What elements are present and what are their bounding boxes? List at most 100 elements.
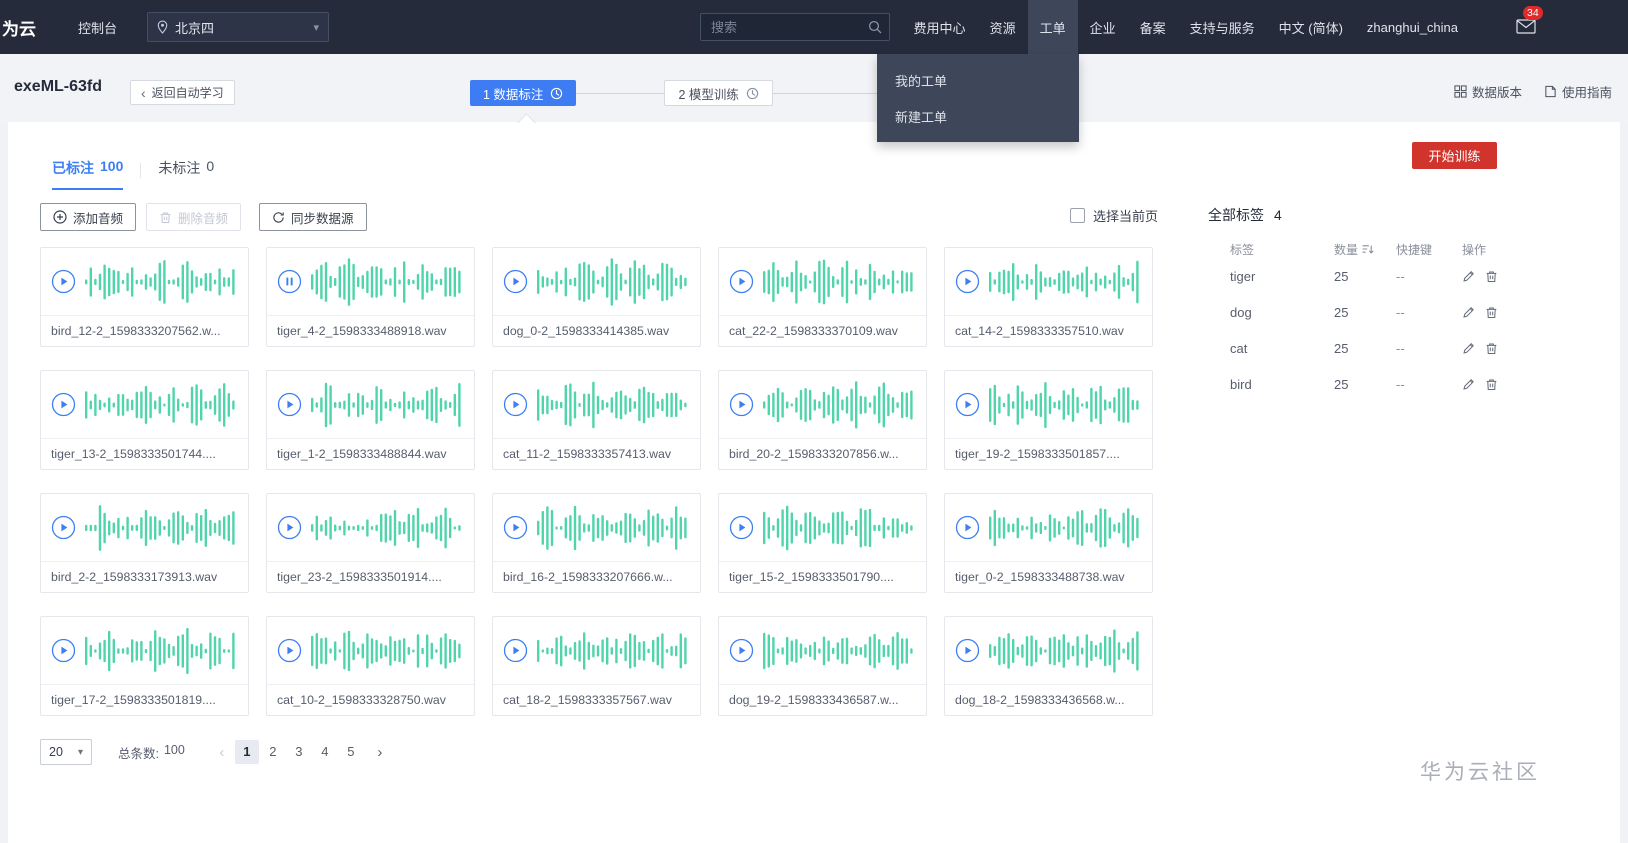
nav-item-tickets[interactable]: 工单 bbox=[1027, 0, 1078, 54]
page-size-select[interactable]: 20 ▾ bbox=[40, 739, 92, 765]
audio-card[interactable]: tiger_17-2_1598333501819.... bbox=[40, 616, 249, 716]
region-selector[interactable]: 北京四 ▾ bbox=[147, 12, 330, 42]
page-1[interactable]: 1 bbox=[234, 740, 259, 764]
nav-item-support[interactable]: 支持与服务 bbox=[1178, 0, 1267, 54]
data-version-link[interactable]: 数据版本 bbox=[1454, 82, 1522, 101]
delete-label-icon[interactable] bbox=[1485, 306, 1498, 319]
delete-audio-button[interactable]: 删除音频 bbox=[146, 203, 242, 231]
audio-card[interactable]: cat_22-2_1598333370109.wav bbox=[718, 247, 927, 347]
pause-icon bbox=[277, 269, 302, 294]
sort-icon[interactable] bbox=[1362, 244, 1374, 255]
audio-card[interactable]: tiger_13-2_1598333501744.... bbox=[40, 370, 249, 470]
start-training-button[interactable]: 开始训练 bbox=[1412, 142, 1497, 169]
audio-card[interactable]: dog_0-2_1598333414385.wav bbox=[492, 247, 701, 347]
play-button[interactable] bbox=[729, 269, 754, 294]
next-page-button[interactable]: › bbox=[369, 744, 391, 761]
edit-label-icon[interactable] bbox=[1462, 378, 1475, 391]
label-row[interactable]: tiger 25 -- bbox=[1208, 258, 1508, 294]
label-row[interactable]: bird 25 -- bbox=[1208, 366, 1508, 402]
console-link[interactable]: 控制台 bbox=[78, 18, 117, 37]
pagination: 20 ▾ 总条数: 100 ‹ 12345 › bbox=[40, 738, 391, 766]
edit-label-icon[interactable] bbox=[1462, 270, 1475, 283]
dropdown-item-new-ticket[interactable]: 新建工单 bbox=[877, 98, 1079, 134]
audio-card[interactable]: tiger_1-2_1598333488844.wav bbox=[266, 370, 475, 470]
edit-label-icon[interactable] bbox=[1462, 342, 1475, 355]
tab-labeled[interactable]: 已标注 100 bbox=[52, 158, 124, 190]
play-button[interactable] bbox=[729, 638, 754, 663]
audio-card[interactable]: cat_18-2_1598333357567.wav bbox=[492, 616, 701, 716]
audio-card[interactable]: tiger_19-2_1598333501857.... bbox=[944, 370, 1153, 470]
page-5[interactable]: 5 bbox=[339, 740, 363, 764]
tab-unlabeled[interactable]: 未标注 0 bbox=[158, 158, 214, 190]
play-button[interactable] bbox=[51, 515, 76, 540]
audio-waveform bbox=[989, 507, 1139, 548]
audio-card[interactable]: tiger_15-2_1598333501790.... bbox=[718, 493, 927, 593]
page-2[interactable]: 2 bbox=[261, 740, 285, 764]
label-shortcut: -- bbox=[1396, 340, 1405, 356]
play-button[interactable] bbox=[955, 638, 980, 663]
mail-icon bbox=[1516, 19, 1536, 34]
page-3[interactable]: 3 bbox=[287, 740, 311, 764]
label-row[interactable]: dog 25 -- bbox=[1208, 294, 1508, 330]
play-button[interactable] bbox=[277, 515, 302, 540]
select-current-page[interactable]: 选择当前页 bbox=[1070, 206, 1158, 225]
audio-preview bbox=[267, 494, 474, 562]
nav-item-account[interactable]: zhanghui_china bbox=[1355, 0, 1470, 54]
step-1[interactable]: 1 数据标注 bbox=[470, 80, 577, 106]
play-icon bbox=[51, 638, 76, 663]
delete-label-icon[interactable] bbox=[1485, 270, 1498, 283]
sync-data-source-button[interactable]: 同步数据源 bbox=[259, 203, 367, 231]
search-input[interactable] bbox=[700, 13, 890, 41]
audio-card[interactable]: tiger_23-2_1598333501914.... bbox=[266, 493, 475, 593]
audio-card[interactable]: tiger_0-2_1598333488738.wav bbox=[944, 493, 1153, 593]
audio-card[interactable]: bird_12-2_1598333207562.w... bbox=[40, 247, 249, 347]
audio-card[interactable]: tiger_4-2_1598333488918.wav bbox=[266, 247, 475, 347]
play-button[interactable] bbox=[955, 515, 980, 540]
nav-item-resources[interactable]: 资源 bbox=[978, 0, 1028, 54]
audio-preview bbox=[945, 617, 1152, 685]
mail-button[interactable]: 34 bbox=[1516, 6, 1543, 37]
play-button[interactable] bbox=[503, 638, 528, 663]
nav-item-language[interactable]: 中文 (简体) bbox=[1267, 0, 1355, 54]
audio-card[interactable]: bird_20-2_1598333207856.w... bbox=[718, 370, 927, 470]
audio-card[interactable]: cat_14-2_1598333357510.wav bbox=[944, 247, 1153, 347]
search-icon[interactable] bbox=[868, 20, 882, 34]
audio-waveform bbox=[311, 382, 461, 427]
prev-page-button[interactable]: ‹ bbox=[211, 744, 233, 761]
play-button[interactable] bbox=[955, 269, 980, 294]
usage-guide-link[interactable]: 使用指南 bbox=[1544, 82, 1612, 101]
audio-card[interactable]: bird_2-2_1598333173913.wav bbox=[40, 493, 249, 593]
play-button[interactable] bbox=[277, 269, 302, 294]
delete-label-icon[interactable] bbox=[1485, 378, 1498, 391]
play-button[interactable] bbox=[51, 392, 76, 417]
play-button[interactable] bbox=[277, 392, 302, 417]
dropdown-item-my-tickets[interactable]: 我的工单 bbox=[877, 62, 1079, 98]
audio-card[interactable]: dog_19-2_1598333436587.w... bbox=[718, 616, 927, 716]
delete-label-icon[interactable] bbox=[1485, 342, 1498, 355]
audio-card[interactable]: bird_16-2_1598333207666.w... bbox=[492, 493, 701, 593]
select-current-page-checkbox[interactable] bbox=[1070, 208, 1085, 223]
play-button[interactable] bbox=[503, 269, 528, 294]
play-button[interactable] bbox=[503, 392, 528, 417]
play-button[interactable] bbox=[955, 392, 980, 417]
play-button[interactable] bbox=[277, 638, 302, 663]
back-button[interactable]: ‹ 返回自动学习 bbox=[130, 80, 235, 105]
nav-item-billing-center[interactable]: 费用中心 bbox=[902, 0, 978, 54]
step-2[interactable]: 2 模型训练 bbox=[664, 80, 773, 106]
nav-item-enterprise[interactable]: 企业 bbox=[1078, 0, 1128, 54]
play-button[interactable] bbox=[729, 515, 754, 540]
page-4[interactable]: 4 bbox=[313, 740, 337, 764]
edit-label-icon[interactable] bbox=[1462, 306, 1475, 319]
play-button[interactable] bbox=[729, 392, 754, 417]
audio-card[interactable]: dog_18-2_1598333436568.w... bbox=[944, 616, 1153, 716]
play-icon bbox=[51, 392, 76, 417]
nav-item-icp-filing[interactable]: 备案 bbox=[1128, 0, 1178, 54]
play-button[interactable] bbox=[503, 515, 528, 540]
label-row[interactable]: cat 25 -- bbox=[1208, 330, 1508, 366]
audio-card[interactable]: cat_11-2_1598333357413.wav bbox=[492, 370, 701, 470]
brand-logo[interactable]: 为云 bbox=[2, 15, 36, 40]
add-audio-button[interactable]: 添加音频 bbox=[40, 203, 137, 231]
play-button[interactable] bbox=[51, 638, 76, 663]
play-button[interactable] bbox=[51, 269, 76, 294]
audio-card[interactable]: cat_10-2_1598333328750.wav bbox=[266, 616, 475, 716]
